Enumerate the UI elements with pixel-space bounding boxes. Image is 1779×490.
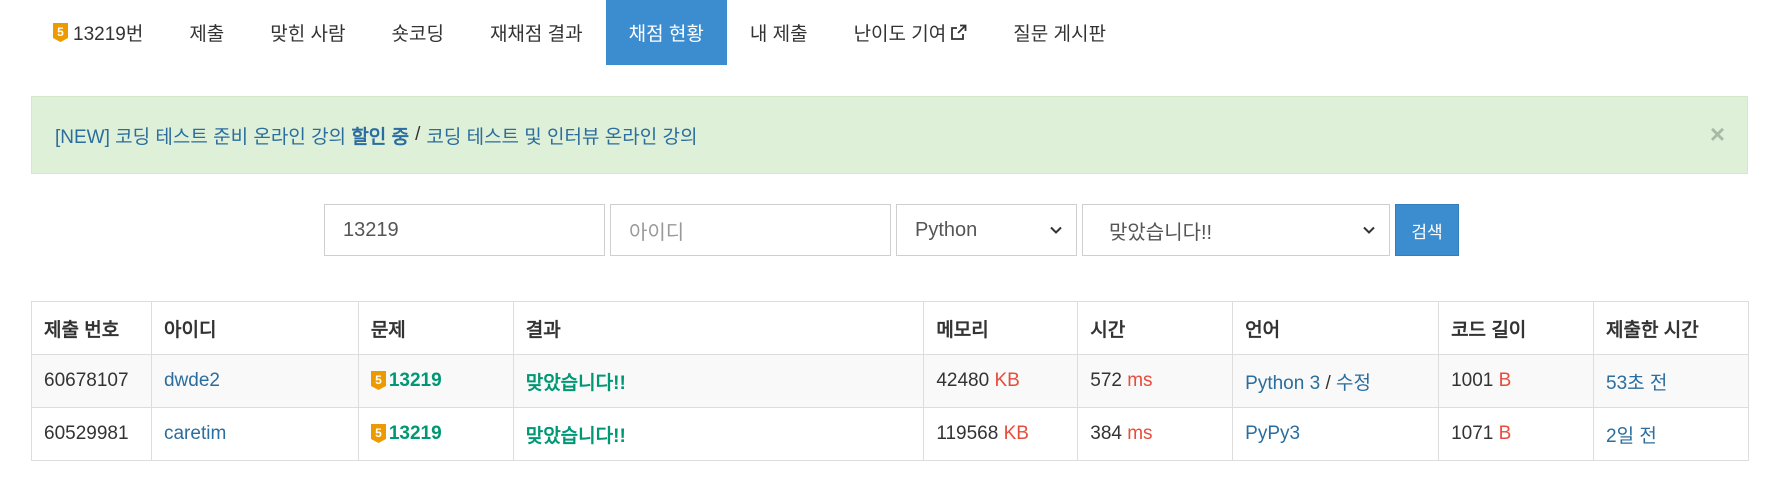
user-id-input[interactable]: 아이디 (610, 204, 891, 256)
time-unit: ms (1127, 370, 1153, 391)
tab-short-coding[interactable]: 숏코딩 (369, 0, 467, 65)
result-text: 맞았습니다!! (525, 372, 626, 394)
col-header-memory: 메모리 (923, 301, 1079, 355)
user-link[interactable]: dwde2 (164, 370, 220, 391)
tab-solved-users[interactable]: 맞힌 사람 (247, 0, 368, 65)
col-header-user: 아이디 (150, 301, 359, 355)
col-header-time: 시간 (1077, 301, 1234, 355)
chevron-down-icon (1363, 226, 1375, 234)
promo-separator: / (415, 124, 421, 145)
problem-number: 13219 (388, 423, 442, 444)
external-link-icon (951, 24, 967, 40)
problem-nav-tabs: 5 13219번 제출 맞힌 사람 숏코딩 재채점 결과 채점 현황 내 제출 … (31, 0, 1129, 65)
memory-cell: 42480 KB (923, 354, 1079, 408)
interview-course-link[interactable]: 코딩 테스트 및 인터뷰 온라인 강의 (426, 122, 697, 149)
code-length-unit: B (1498, 423, 1512, 444)
result-select-value: 맞았습니다!! (1109, 221, 1213, 244)
submitted-time-link[interactable]: 53초 전 (1606, 373, 1667, 394)
memory-cell: 119568 KB (923, 407, 1079, 461)
code-length-value: 1071 (1451, 423, 1494, 444)
svg-text:5: 5 (375, 373, 382, 387)
time-unit: ms (1127, 423, 1153, 444)
submitted-time-link[interactable]: 2일 전 (1606, 426, 1657, 447)
language-link[interactable]: PyPy3 (1245, 423, 1300, 444)
problem-link[interactable]: 5 13219 (357, 354, 514, 408)
close-icon[interactable]: × (1710, 119, 1725, 150)
tab-difficulty-contribution[interactable]: 난이도 기여 (831, 0, 991, 65)
memory-unit: KB (1003, 423, 1029, 444)
problem-number: 13219 (388, 370, 442, 391)
tab-rejudge-results[interactable]: 재채점 결과 (467, 0, 606, 65)
col-header-problem: 문제 (357, 301, 514, 355)
tab-my-submissions[interactable]: 내 제출 (727, 0, 831, 65)
problem-id-input[interactable]: 13219 (324, 204, 605, 256)
code-length-cell: 1001 B (1438, 354, 1594, 408)
svg-text:5: 5 (375, 426, 382, 440)
code-length-cell: 1071 B (1438, 407, 1594, 461)
language-select[interactable]: Python (896, 204, 1077, 256)
language-select-value: Python (915, 218, 978, 241)
search-button[interactable]: 검색 (1395, 204, 1459, 256)
col-header-code-length: 코드 길이 (1438, 301, 1594, 355)
tier-gold-icon: 5 (370, 424, 386, 444)
table-row: 60678107 dwde2 5 13219 맞았습니다!! 42480 KB … (31, 354, 1749, 408)
result-select[interactable]: 맞았습니다!! (1082, 204, 1390, 256)
submission-id: 60529981 (31, 407, 152, 461)
time-value: 384 (1090, 423, 1122, 444)
memory-unit: KB (994, 370, 1020, 391)
col-header-submitted-time: 제출한 시간 (1593, 301, 1749, 355)
time-value: 572 (1090, 370, 1122, 391)
code-length-value: 1001 (1451, 370, 1494, 391)
tab-difficulty-label: 난이도 기여 (853, 24, 947, 45)
language-link[interactable]: Python 3 (1245, 373, 1320, 394)
promo-text: [NEW] 코딩 테스트 준비 온라인 강의 (55, 126, 347, 148)
time-cell: 572 ms (1077, 354, 1234, 408)
promo-alert: [NEW] 코딩 테스트 준비 온라인 강의 할인 중 / 코딩 테스트 및 인… (31, 96, 1748, 174)
col-header-submission-id: 제출 번호 (31, 301, 152, 355)
language-separator: / (1325, 372, 1331, 394)
status-table: 제출 번호 아이디 문제 결과 메모리 시간 언어 코드 길이 제출한 시간 6… (31, 301, 1749, 461)
promo-link[interactable]: [NEW] 코딩 테스트 준비 온라인 강의 할인 중 (55, 122, 409, 149)
chevron-down-icon (1050, 226, 1062, 234)
tab-status[interactable]: 채점 현황 (605, 0, 727, 65)
tab-problem[interactable]: 5 13219번 (31, 0, 166, 65)
table-row: 60529981 caretim 5 13219 맞았습니다!! 119568 … (31, 407, 1749, 461)
col-header-result: 결과 (512, 301, 925, 355)
submission-id: 60678107 (31, 354, 152, 408)
tier-gold-icon: 5 (53, 23, 68, 42)
memory-value: 42480 (936, 370, 990, 391)
table-header-row: 제출 번호 아이디 문제 결과 메모리 시간 언어 코드 길이 제출한 시간 (31, 301, 1749, 355)
promo-highlight: 할인 중 (351, 126, 410, 148)
svg-text:5: 5 (57, 25, 64, 39)
edit-link[interactable]: 수정 (1336, 373, 1371, 394)
result-text: 맞았습니다!! (525, 425, 626, 447)
col-header-language: 언어 (1232, 301, 1440, 355)
tab-submit[interactable]: 제출 (166, 0, 247, 65)
memory-value: 119568 (936, 423, 999, 444)
language-cell: PyPy3 (1232, 407, 1440, 461)
code-length-unit: B (1498, 370, 1512, 391)
user-link[interactable]: caretim (164, 423, 226, 444)
tab-problem-label: 13219번 (73, 24, 144, 45)
tier-gold-icon: 5 (370, 371, 386, 391)
tab-qna-board[interactable]: 질문 게시판 (990, 0, 1129, 65)
problem-link[interactable]: 5 13219 (357, 407, 514, 461)
time-cell: 384 ms (1077, 407, 1234, 461)
language-cell: Python 3 / 수정 (1232, 354, 1440, 408)
